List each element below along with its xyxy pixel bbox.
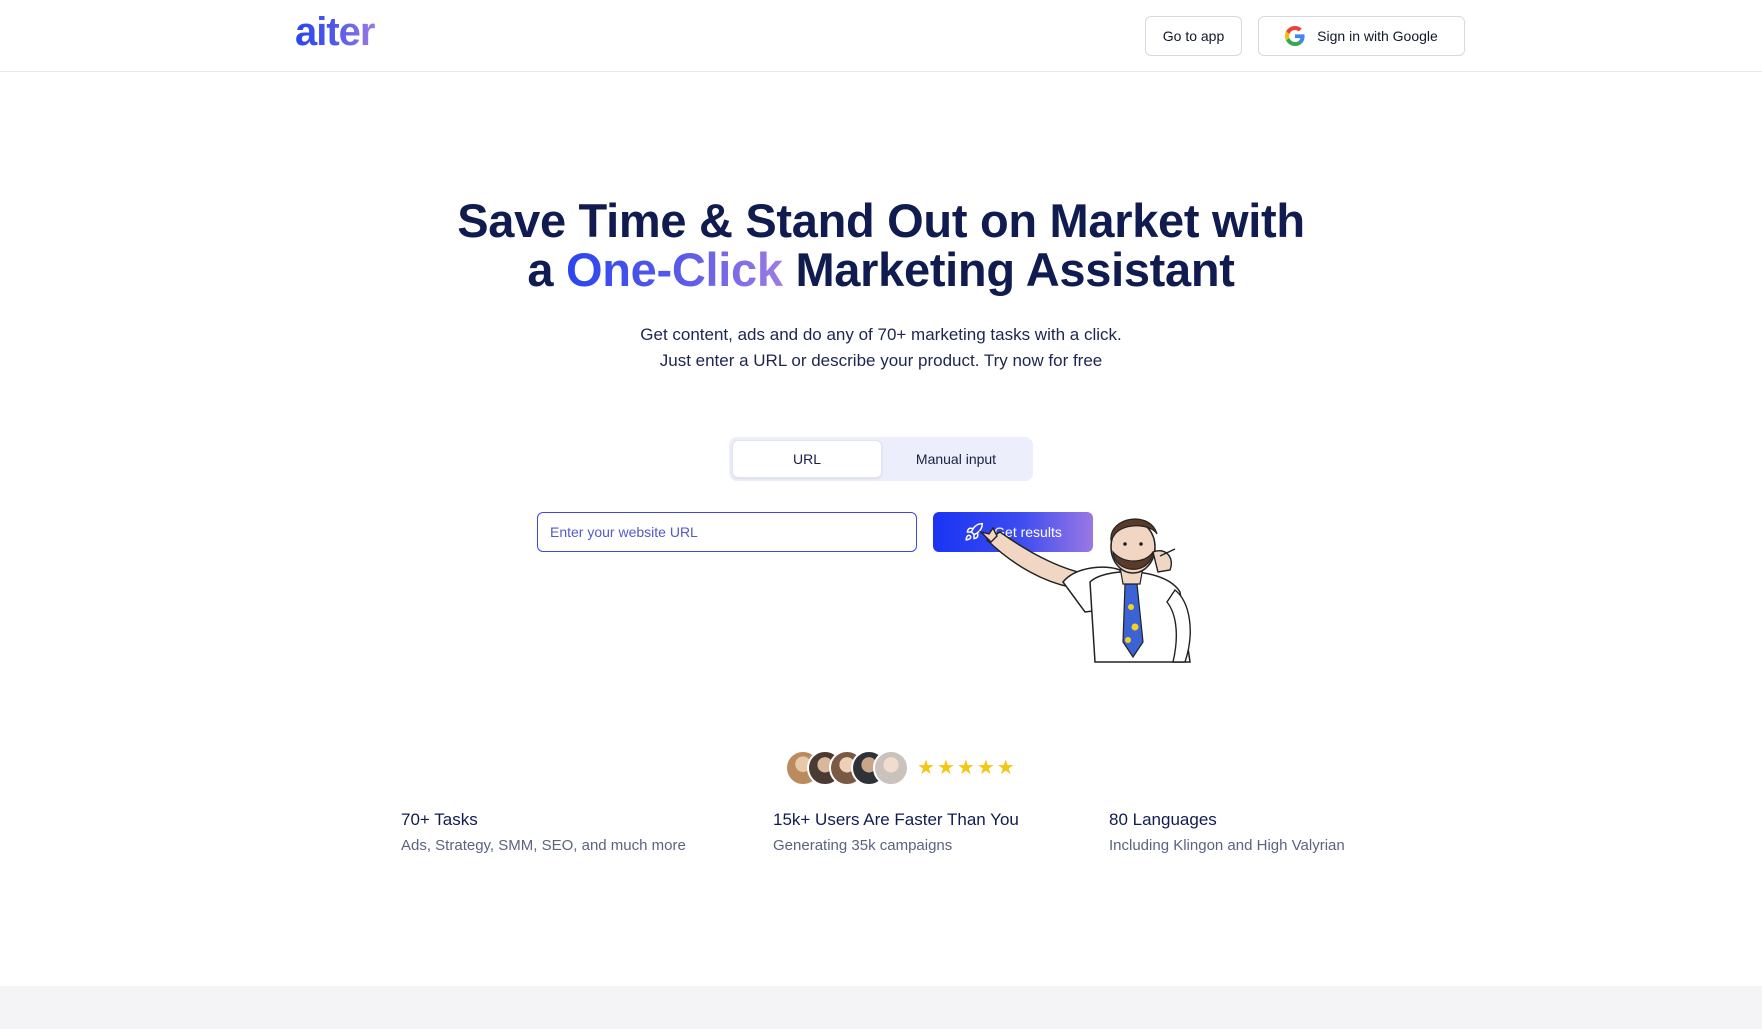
hero-subtitle-line2: Just enter a URL or describe your produc… <box>659 351 1103 370</box>
star-icon: ★ <box>936 757 955 779</box>
stat-subtitle: Ads, Strategy, SMM, SEO, and much more <box>401 837 686 854</box>
star-icon: ★ <box>956 757 975 779</box>
hero-title-pre: a <box>527 243 554 296</box>
tab-manual-input[interactable]: Manual input <box>882 440 1030 478</box>
logo[interactable]: aiter <box>295 8 375 56</box>
sign-in-google-button[interactable]: Sign in with Google <box>1258 16 1465 56</box>
star-icon: ★ <box>976 757 995 779</box>
stat-title: 70+ Tasks <box>401 810 478 829</box>
stat-languages: 80 Languages Including Klingon and High … <box>1109 808 1345 858</box>
star-icon: ★ <box>917 757 935 779</box>
hero-title-post: Marketing Assistant <box>795 243 1235 296</box>
rating-stars: ★ ★ ★ ★ ★ <box>917 756 1015 780</box>
pointing-man-illustration <box>978 518 1191 663</box>
stat-title: 15k+ Users Are Faster Than You <box>773 810 1019 829</box>
star-icon: ★ <box>996 757 1015 779</box>
hero-title-line1: Save Time & Stand Out on Market with <box>457 194 1305 247</box>
hero-title: Save Time & Stand Out on Market with a O… <box>0 196 1762 294</box>
website-url-input[interactable] <box>537 512 917 552</box>
user-avatars <box>785 750 909 786</box>
next-section-band <box>0 986 1762 1029</box>
tab-url[interactable]: URL <box>732 440 882 478</box>
top-nav: aiter Go to app Sign in with Google <box>0 0 1762 72</box>
sign-in-google-label: Sign in with Google <box>1317 28 1438 44</box>
go-to-app-button[interactable]: Go to app <box>1145 16 1242 56</box>
stat-users: 15k+ Users Are Faster Than You Generatin… <box>773 808 1019 858</box>
hero-subtitle: Get content, ads and do any of 70+ marke… <box>0 322 1762 374</box>
stat-subtitle: Including Klingon and High Valyrian <box>1109 837 1345 854</box>
hero-subtitle-line1: Get content, ads and do any of 70+ marke… <box>640 325 1122 344</box>
stat-tasks: 70+ Tasks Ads, Strategy, SMM, SEO, and m… <box>401 808 686 858</box>
hero-title-accent: One-Click <box>565 243 783 296</box>
stat-subtitle: Generating 35k campaigns <box>773 837 953 854</box>
input-mode-toggle: URL Manual input <box>729 437 1033 481</box>
stat-title: 80 Languages <box>1109 810 1217 829</box>
avatar <box>873 750 909 786</box>
google-icon <box>1285 26 1305 46</box>
